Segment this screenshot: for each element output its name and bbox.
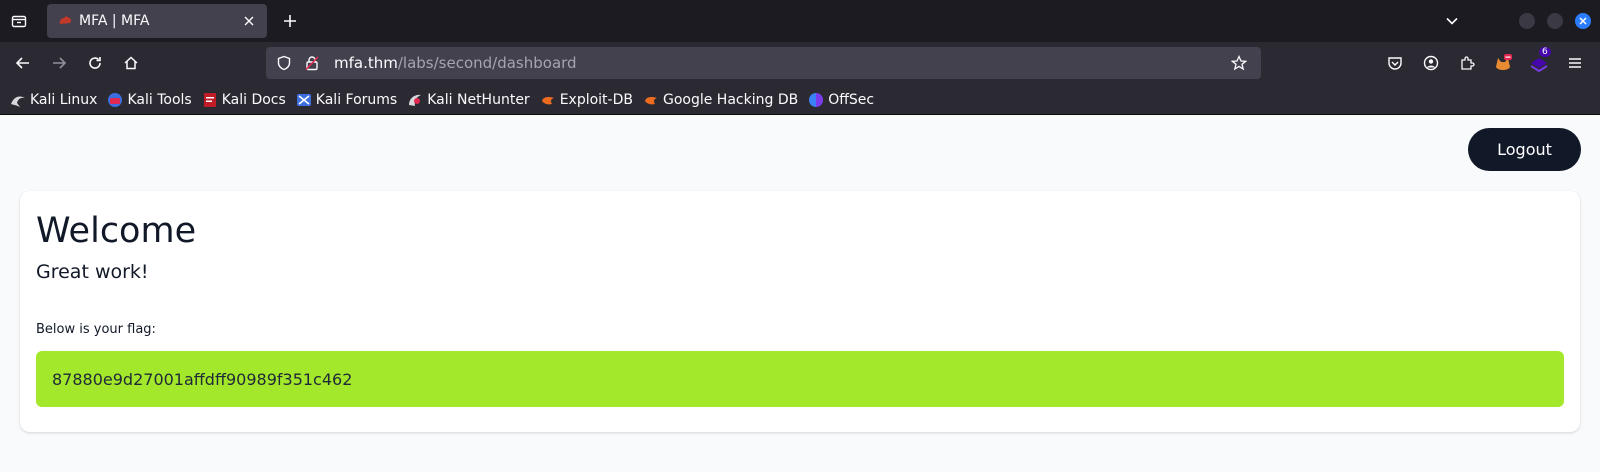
wappalyzer-extension-button[interactable]: 6 <box>1525 47 1553 77</box>
url-text[interactable]: mfa.thm/labs/second/dashboard <box>334 54 577 72</box>
nethunter-icon <box>407 92 423 108</box>
bookmark-kali-tools[interactable]: Kali Tools <box>107 91 192 108</box>
ghdb-icon <box>643 92 659 108</box>
back-button[interactable] <box>9 49 37 77</box>
maximize-button[interactable] <box>1547 13 1563 29</box>
forward-button[interactable] <box>45 49 73 77</box>
kali-dragon-icon <box>10 92 26 108</box>
bookmarks-toolbar: Kali Linux Kali Tools Kali Docs Kali For… <box>0 85 1600 115</box>
page-subtitle: Great work! <box>36 261 149 283</box>
bookmark-label: Exploit-DB <box>559 91 633 108</box>
logout-button[interactable]: Logout <box>1468 128 1581 171</box>
hamburger-menu-icon <box>1569 58 1581 68</box>
tab-strip: MFA | MFA <box>0 0 1600 42</box>
active-tab[interactable]: MFA | MFA <box>47 4 267 38</box>
kali-forums-icon <box>296 92 312 108</box>
insecure-lock-icon[interactable] <box>298 49 326 77</box>
window-close-button[interactable] <box>1575 13 1591 29</box>
tab-list-icon <box>11 15 27 28</box>
offsec-icon <box>808 92 824 108</box>
bookmark-kali-forums[interactable]: Kali Forums <box>296 92 397 108</box>
url-path: /labs/second/dashboard <box>397 54 577 72</box>
shield-icon[interactable] <box>270 49 298 77</box>
bookmark-label: Google Hacking DB <box>662 91 799 108</box>
thm-icon <box>57 13 73 29</box>
bookmark-label: Kali Docs <box>221 91 286 108</box>
exploit-db-icon <box>540 92 556 108</box>
bookmark-label: OffSec <box>828 91 875 108</box>
address-bar[interactable]: mfa.thm/labs/second/dashboard <box>266 47 1261 79</box>
account-icon <box>1423 55 1439 71</box>
tab-close-icon[interactable] <box>237 9 261 33</box>
account-button[interactable] <box>1417 49 1445 77</box>
extension-badge: 6 <box>1539 47 1551 57</box>
bookmark-kali-linux[interactable]: Kali Linux <box>10 92 97 108</box>
chevron-down-icon <box>1446 17 1458 25</box>
app-menu-button[interactable] <box>1561 49 1589 77</box>
kali-tools-icon <box>107 92 123 108</box>
plus-icon <box>284 15 296 27</box>
arrow-right-icon <box>53 57 67 69</box>
extensions-button[interactable] <box>1453 49 1481 77</box>
kali-docs-icon <box>202 92 218 108</box>
flag-value[interactable]: 87880e9d27001affdff90989f351c462 <box>52 370 352 389</box>
new-tab-button[interactable] <box>277 8 303 34</box>
tab-list-button[interactable] <box>6 9 32 33</box>
bookmark-label: Kali Tools <box>127 91 192 108</box>
tab-title: MFA | MFA <box>79 13 150 29</box>
navigation-toolbar: mfa.thm/labs/second/dashboard 6 <box>0 42 1600 85</box>
bookmark-google-hacking-db[interactable]: Google Hacking DB <box>643 92 798 108</box>
home-button[interactable] <box>117 49 145 77</box>
fox-icon <box>1496 54 1512 70</box>
home-icon <box>124 56 138 70</box>
puzzle-icon <box>1461 56 1475 70</box>
flag-label: Below is your flag: <box>36 322 156 337</box>
bookmark-offsec[interactable]: OffSec <box>808 92 874 108</box>
reload-icon <box>89 57 101 69</box>
pocket-button[interactable] <box>1381 49 1409 77</box>
page-title: Welcome <box>36 211 197 251</box>
list-all-tabs-button[interactable] <box>1439 8 1465 34</box>
reload-button[interactable] <box>81 49 109 77</box>
bookmark-label: Kali Forums <box>315 91 398 108</box>
dashboard-card: Welcome Great work! Below is your flag: … <box>20 191 1580 432</box>
bookmark-label: Kali Linux <box>30 91 98 108</box>
foxyproxy-extension-button[interactable] <box>1489 49 1517 77</box>
flag-box: 87880e9d27001affdff90989f351c462 <box>36 351 1564 407</box>
bookmark-kali-docs[interactable]: Kali Docs <box>202 92 286 108</box>
bookmark-star-icon[interactable] <box>1225 49 1253 77</box>
url-host: mfa.thm <box>334 54 398 72</box>
bookmark-kali-nethunter[interactable]: Kali NetHunter <box>407 91 530 108</box>
arrow-left-icon <box>15 57 29 69</box>
pocket-icon <box>1388 57 1402 70</box>
close-icon <box>1579 17 1587 25</box>
bookmark-exploit-db[interactable]: Exploit-DB <box>540 92 633 108</box>
bookmark-label: Kali NetHunter <box>427 91 530 108</box>
minimize-button[interactable] <box>1519 13 1535 29</box>
